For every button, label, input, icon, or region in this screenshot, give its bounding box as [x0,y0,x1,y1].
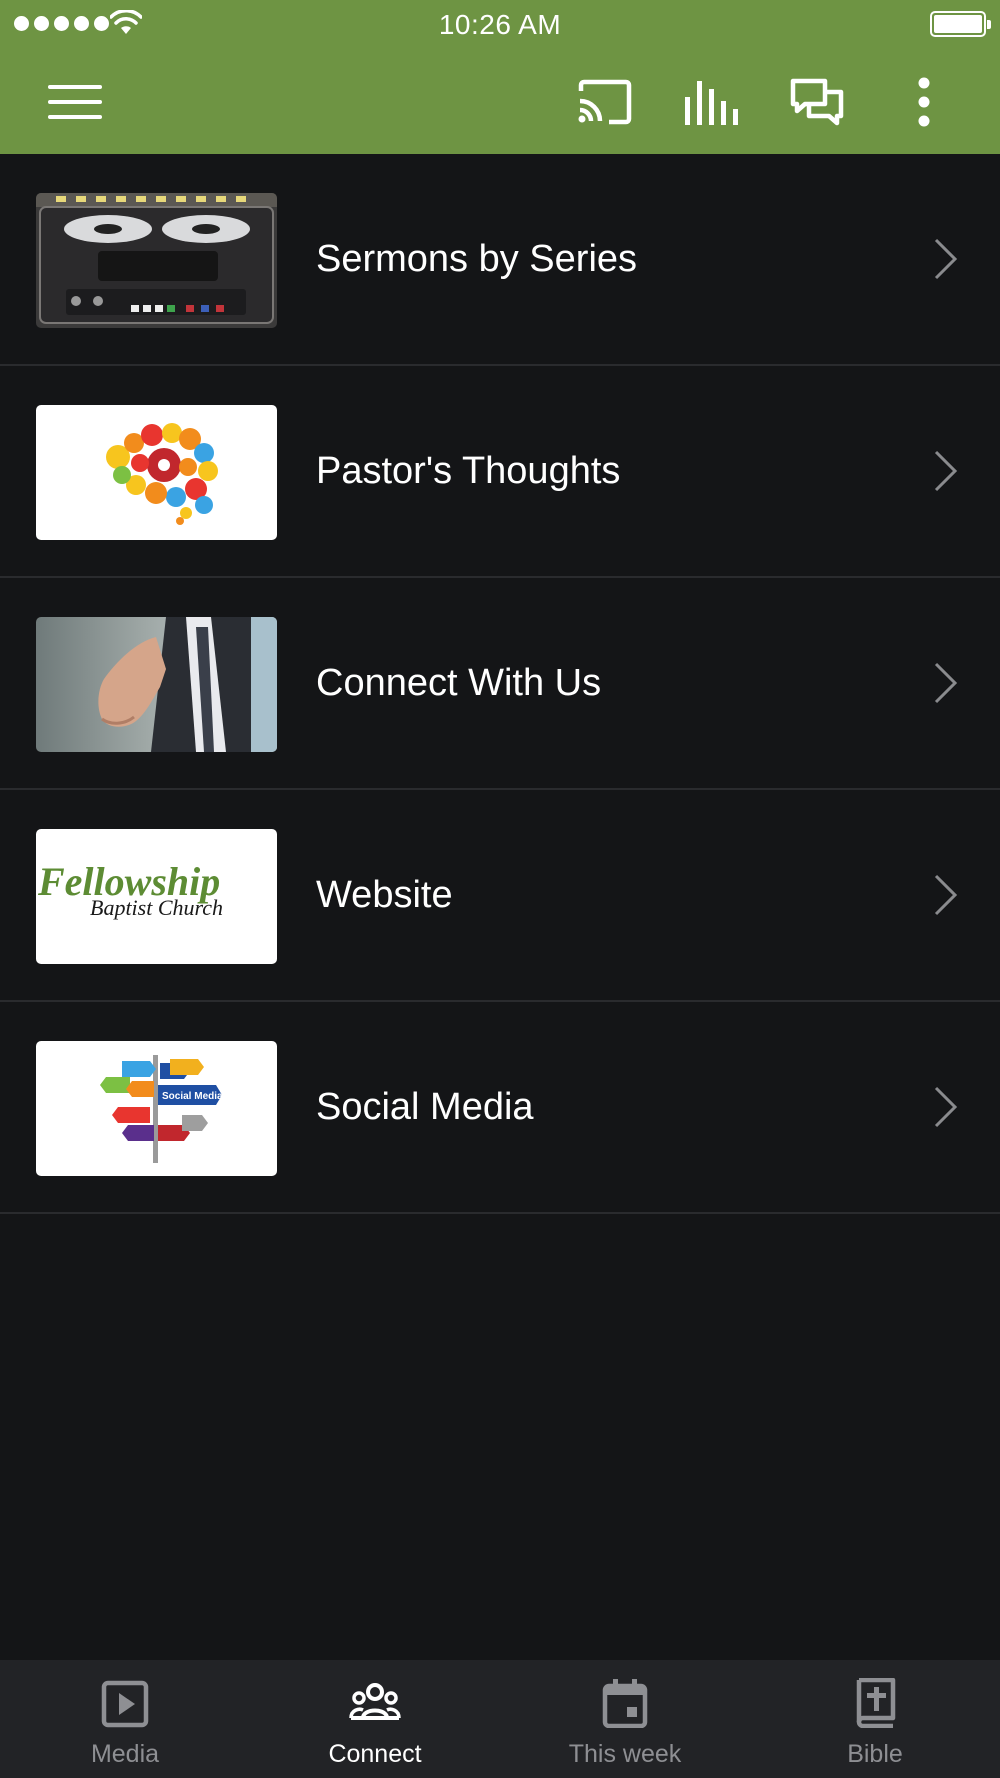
chevron-right-icon [934,874,958,916]
tab-connect[interactable]: Connect [250,1660,500,1778]
gear-brain-thumbnail [36,405,277,540]
connect-list: Sermons by Series Pastor's Thoughts Conn… [0,154,1000,1214]
more-options-button[interactable] [894,72,954,132]
bottom-tab-bar: Media Connect This week Bible [0,1660,1000,1778]
list-item-website[interactable]: Fellowship Baptist Church Website [0,790,1000,1002]
logo-text-baptist-church: Baptist Church [90,895,223,920]
tab-label: Media [90,1740,160,1768]
more-vert-icon [918,77,930,127]
fellowship-logo-thumbnail: Fellowship Baptist Church [36,829,277,964]
tab-label: Connect [328,1740,422,1768]
chevron-right-icon [934,450,958,492]
tab-bible[interactable]: Bible [750,1660,1000,1778]
chat-icon [790,78,844,126]
tab-label: This week [568,1740,682,1768]
reel-to-reel-thumbnail [36,193,277,328]
chat-button[interactable] [787,72,847,132]
app-bar [0,50,1000,154]
chevron-right-icon [934,662,958,704]
social-media-signpost-thumbnail: Social Media [36,1041,277,1176]
calendar-icon [602,1679,648,1728]
menu-button[interactable] [45,72,105,132]
chevron-right-icon [934,238,958,280]
list-item-label: Sermons by Series [316,238,638,280]
list-item-label: Website [316,874,453,916]
cast-button[interactable] [575,72,635,132]
tab-media[interactable]: Media [0,1660,250,1778]
menu-icon [48,85,102,119]
list-item-sermons-by-series[interactable]: Sermons by Series [0,154,1000,366]
status-time: 10:26 AM [438,9,562,40]
list-item-label: Pastor's Thoughts [316,450,621,492]
tab-this-week[interactable]: This week [500,1660,750,1778]
group-icon [349,1683,401,1720]
list-item-connect-with-us[interactable]: Connect With Us [0,578,1000,790]
list-item-label: Connect With Us [316,662,602,704]
equalizer-icon [685,81,738,125]
list-item-label: Social Media [316,1086,534,1128]
list-item-pastors-thoughts[interactable]: Pastor's Thoughts [0,366,1000,578]
cast-icon [578,79,632,125]
top-bar: 10:26 AM [0,0,1000,154]
sign-text: Social Media [162,1091,223,1102]
play-box-icon [101,1680,149,1728]
battery-icon [930,11,991,37]
chevron-right-icon [934,1086,958,1128]
handshake-thumbnail [36,617,277,752]
tab-label: Bible [847,1740,903,1768]
equalizer-button[interactable] [681,72,741,132]
list-item-social-media[interactable]: Social Media Social Media [0,1002,1000,1214]
status-bar: 10:26 AM [0,0,1000,50]
bible-icon [856,1678,896,1728]
